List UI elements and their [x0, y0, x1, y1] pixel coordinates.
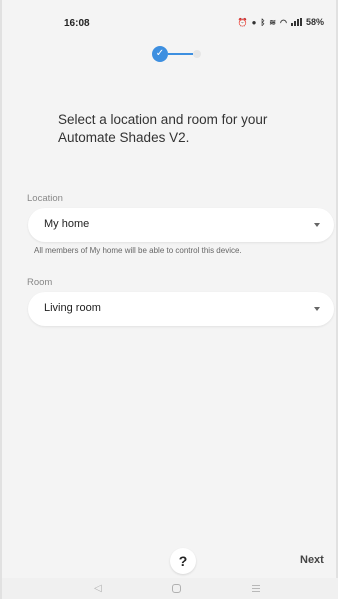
- back-icon[interactable]: ◁: [94, 583, 102, 594]
- room-select[interactable]: Living room: [28, 292, 334, 326]
- battery-percent: 58%: [305, 17, 324, 27]
- step-connector: [168, 53, 193, 55]
- recent-apps-icon[interactable]: [252, 585, 260, 592]
- step-pending: [193, 50, 201, 58]
- room-label: Room: [27, 277, 53, 288]
- status-bar: 16:08 ⏰ ● ᛒ ≋ ◠ 58%: [2, 0, 338, 40]
- location-select[interactable]: My home: [28, 208, 334, 242]
- location-value: My home: [44, 218, 90, 230]
- setup-progress: ✓: [152, 44, 202, 64]
- room-value: Living room: [44, 302, 101, 314]
- system-nav-bar: ◁: [2, 578, 338, 599]
- step-complete-check-icon: ✓: [152, 46, 168, 62]
- home-icon[interactable]: [172, 584, 181, 593]
- record-icon: ●: [251, 17, 257, 27]
- chevron-down-icon: [314, 307, 320, 311]
- chevron-down-icon: [314, 223, 320, 227]
- location-label: Location: [27, 193, 63, 204]
- wifi-icon: ◠: [280, 17, 287, 27]
- page-title: Select a location and room for your Auto…: [58, 112, 268, 145]
- status-time: 16:08: [64, 18, 90, 29]
- status-icons: ⏰ ● ᛒ ≋ ◠ 58%: [238, 17, 324, 27]
- volte-icon: ≋: [269, 17, 276, 27]
- app-screen: 16:08 ⏰ ● ᛒ ≋ ◠ 58% ✓ Select a location …: [0, 0, 338, 599]
- help-button[interactable]: ?: [170, 548, 196, 574]
- next-button[interactable]: Next: [300, 554, 324, 566]
- location-helper-text: All members of My home will be able to c…: [34, 246, 242, 255]
- alarm-icon: ⏰: [237, 17, 248, 27]
- signal-icon: [290, 18, 302, 26]
- bluetooth-icon: ᛒ: [260, 17, 266, 27]
